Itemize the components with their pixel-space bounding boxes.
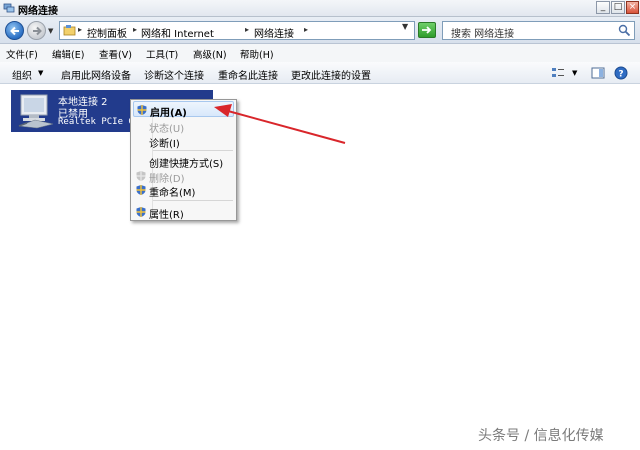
change-settings-button[interactable]: 更改此连接的设置: [291, 67, 371, 82]
menu-item-create-shortcut[interactable]: 创建快捷方式(S): [133, 153, 234, 170]
menu-item-label: 重命名(M): [149, 188, 196, 199]
menu-view[interactable]: 查看(V): [99, 47, 132, 61]
breadcrumb-control-panel[interactable]: 控制面板: [87, 25, 127, 40]
refresh-icon: [422, 26, 432, 34]
forward-arrow-icon: [33, 26, 42, 36]
menu-separator: [153, 200, 233, 201]
history-dropdown-icon[interactable]: ▼: [48, 27, 53, 35]
uac-shield-icon: [136, 207, 146, 217]
svg-text:?: ?: [618, 70, 623, 80]
organize-dropdown-icon[interactable]: ▼: [38, 69, 43, 77]
menu-item-properties[interactable]: 属性(R): [133, 204, 234, 221]
address-bar[interactable]: ▸ 控制面板 ▸ 网络和 Internet ▸ 网络连接 ▸: [59, 21, 415, 40]
menu-advanced[interactable]: 高级(N): [193, 47, 227, 61]
address-toolbar: ▼ ▸ 控制面板 ▸ 网络和 Internet ▸ 网络连接 ▸ ▼ 搜索 网络…: [0, 17, 640, 44]
breadcrumb-separator-icon[interactable]: ▸: [245, 25, 249, 34]
back-arrow-icon: [10, 26, 19, 36]
menu-separator: [153, 150, 233, 151]
connections-pane[interactable]: [0, 84, 640, 450]
maximize-button[interactable]: □: [611, 1, 625, 14]
network-connections-icon: [3, 3, 15, 13]
menu-help[interactable]: 帮助(H): [240, 47, 274, 61]
title-bar: 网络连接 _ □ ×: [0, 0, 640, 17]
uac-shield-icon: [136, 171, 146, 181]
search-input[interactable]: 搜索 网络连接: [442, 21, 635, 40]
context-menu: 启用(A) 状态(U) 诊断(I) 创建快捷方式(S) 删除(D) 重命名(M)…: [130, 99, 237, 221]
window-title: 网络连接: [18, 6, 58, 17]
search-placeholder: 搜索 网络连接: [451, 29, 515, 40]
breadcrumb-separator-icon[interactable]: ▸: [78, 25, 82, 34]
control-panel-icon: [63, 25, 76, 36]
forward-button[interactable]: [27, 21, 46, 40]
uac-shield-icon: [137, 105, 147, 115]
breadcrumb-separator-icon[interactable]: ▸: [133, 25, 137, 34]
enable-device-button[interactable]: 启用此网络设备: [61, 67, 131, 82]
breadcrumb-network-connections[interactable]: 网络连接: [254, 25, 294, 40]
uac-shield-icon: [136, 185, 146, 195]
menu-bar: 文件(F) 编辑(E) 查看(V) 工具(T) 高级(N) 帮助(H): [0, 44, 640, 62]
network-adapter-icon: [18, 94, 54, 129]
diagnose-button[interactable]: 诊断这个连接: [144, 67, 204, 82]
menu-item-rename[interactable]: 重命名(M): [133, 182, 234, 199]
minimize-button[interactable]: _: [596, 1, 610, 14]
menu-edit[interactable]: 编辑(E): [52, 47, 84, 61]
rename-button[interactable]: 重命名此连接: [218, 67, 278, 82]
breadcrumb-separator-icon[interactable]: ▸: [304, 25, 308, 34]
command-bar: 组织 ▼ 启用此网络设备 诊断这个连接 重命名此连接 更改此连接的设置 ▼ ?: [0, 62, 640, 84]
search-icon[interactable]: [618, 24, 631, 37]
watermark: 头条号 / 信息化传媒: [478, 428, 604, 444]
close-button[interactable]: ×: [626, 1, 639, 14]
views-icon[interactable]: [551, 66, 565, 80]
preview-pane-icon[interactable]: [591, 66, 605, 80]
menu-tools[interactable]: 工具(T): [146, 47, 178, 61]
menu-item-label: 属性(R): [149, 210, 184, 221]
menu-item-label: 启用(A): [150, 108, 187, 119]
views-dropdown-icon[interactable]: ▼: [572, 69, 577, 77]
help-icon[interactable]: ?: [614, 66, 628, 80]
menu-item-diagnose[interactable]: 诊断(I): [133, 133, 234, 150]
breadcrumb-network-internet[interactable]: 网络和 Internet: [141, 25, 214, 40]
menu-item-enable[interactable]: 启用(A): [133, 101, 234, 119]
refresh-button[interactable]: [418, 22, 436, 38]
organize-button[interactable]: 组织: [12, 67, 32, 82]
back-button[interactable]: [5, 21, 24, 40]
address-dropdown-icon[interactable]: ▼: [402, 22, 408, 31]
menu-item-label: 诊断(I): [149, 139, 180, 150]
menu-item-status: 状态(U): [133, 118, 234, 135]
menu-file[interactable]: 文件(F): [6, 47, 38, 61]
